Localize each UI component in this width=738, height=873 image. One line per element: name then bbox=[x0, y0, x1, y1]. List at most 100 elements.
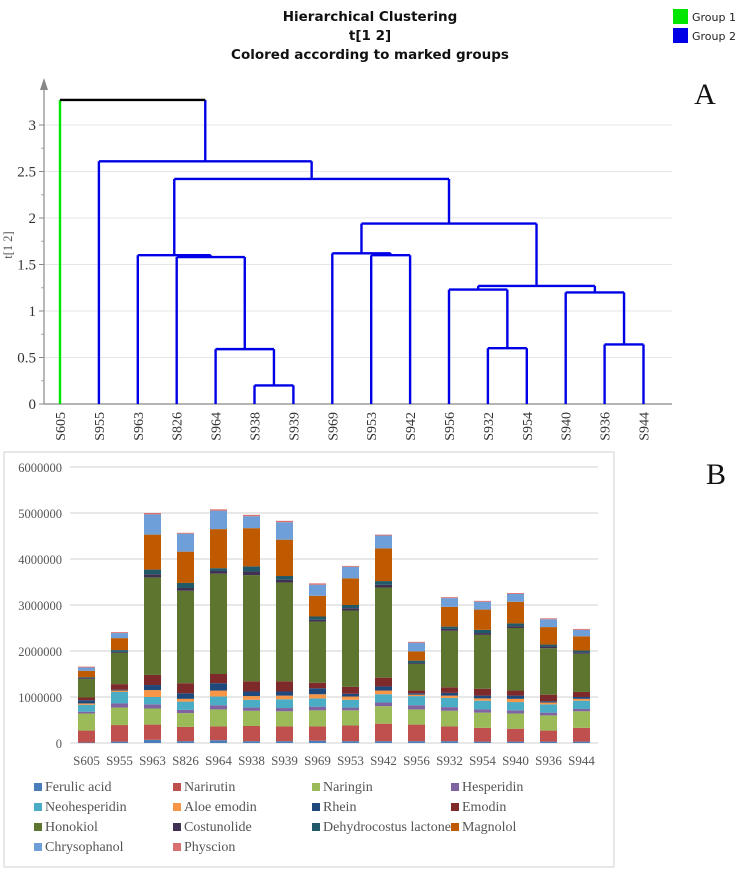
bar-segment-costunolide bbox=[144, 574, 161, 578]
bar-segment-rhein bbox=[375, 686, 392, 691]
bar-segment-magnolol bbox=[507, 601, 524, 624]
bar-legend-label: Narirutin bbox=[184, 780, 235, 795]
bar-segment-neohesperidin bbox=[375, 694, 392, 703]
bar-segment-physcion bbox=[474, 600, 491, 602]
bar-segment-ferulic-acid bbox=[408, 741, 425, 743]
bar-segment-emodin bbox=[441, 687, 458, 693]
bar-segment-narirutin bbox=[243, 725, 260, 742]
bar-segment-physcion bbox=[111, 632, 128, 634]
bar-segment-costunolide bbox=[243, 571, 260, 576]
bar-segment-dehydrocostus-lactone bbox=[309, 616, 326, 620]
bar-segment-aloe-emodin bbox=[507, 698, 524, 703]
bar-segment-naringin bbox=[507, 713, 524, 729]
bar-segment-emodin bbox=[474, 688, 491, 696]
bar-legend-label: Costunolide bbox=[184, 820, 252, 835]
bar-segment-dehydrocostus-lactone bbox=[243, 566, 260, 572]
bar-segment-aloe-emodin bbox=[243, 696, 260, 700]
bar-segment-physcion bbox=[144, 513, 161, 515]
bar-legend-label: Physcion bbox=[184, 840, 235, 855]
bar-legend-label: Emodin bbox=[462, 800, 506, 815]
bar-segment-narirutin bbox=[342, 725, 359, 742]
bar-segment-physcion bbox=[573, 628, 590, 630]
bar-y-tick-label: 1000000 bbox=[18, 691, 62, 705]
bar-x-tick-label: S954 bbox=[469, 753, 496, 768]
bar-segment-hesperidin bbox=[78, 711, 95, 714]
bar-segment-honokiol bbox=[144, 577, 161, 675]
bar-segment-chrysophanol bbox=[111, 633, 128, 639]
bar-segment-honokiol bbox=[441, 630, 458, 688]
bar-segment-magnolol bbox=[474, 609, 491, 630]
bar-segment-narirutin bbox=[507, 728, 524, 742]
bar-segment-neohesperidin bbox=[540, 704, 557, 713]
bar-segment-physcion bbox=[243, 514, 260, 517]
panel-label-b: B bbox=[706, 458, 726, 491]
bar-segment-dehydrocostus-lactone bbox=[78, 677, 95, 679]
bar-segment-neohesperidin bbox=[507, 702, 524, 711]
bar-segment-naringin bbox=[474, 712, 491, 728]
bar-segment-ferulic-acid bbox=[309, 740, 326, 743]
bar-segment-costunolide bbox=[342, 608, 359, 611]
bar-segment-rhein bbox=[573, 697, 590, 699]
bar-segment-costunolide bbox=[507, 626, 524, 628]
bar-x-tick-label: S956 bbox=[403, 753, 430, 768]
bar-segment-chrysophanol bbox=[474, 601, 491, 610]
bar-x-tick-label: S963 bbox=[139, 753, 166, 768]
bar-segment-emodin bbox=[573, 691, 590, 697]
bar-x-tick-label: S944 bbox=[568, 753, 595, 768]
bar-segment-chrysophanol bbox=[210, 510, 227, 530]
bar-legend-swatch bbox=[34, 843, 42, 851]
bar-legend-label: Dehydrocostus lactone bbox=[323, 820, 451, 835]
bar-segment-naringin bbox=[441, 710, 458, 727]
bar-segment-emodin bbox=[408, 690, 425, 694]
bar-segment-magnolol bbox=[309, 595, 326, 617]
bar-segment-narirutin bbox=[144, 724, 161, 740]
bar-segment-emodin bbox=[276, 681, 293, 692]
bar-legend-label: Rhein bbox=[323, 800, 356, 815]
bar-segment-ferulic-acid bbox=[78, 742, 95, 744]
bar-segment-magnolol bbox=[375, 548, 392, 582]
bar-segment-dehydrocostus-lactone bbox=[210, 568, 227, 571]
bar-segment-rhein bbox=[276, 691, 293, 696]
bar-segment-narirutin bbox=[375, 723, 392, 742]
bar-segment-hesperidin bbox=[111, 703, 128, 708]
bar-legend-swatch bbox=[173, 783, 181, 791]
bar-segment-honokiol bbox=[309, 621, 326, 683]
bar-x-tick-label: S932 bbox=[436, 753, 463, 768]
bar-segment-costunolide bbox=[441, 628, 458, 631]
bar-segment-emodin bbox=[111, 684, 128, 690]
bar-segment-dehydrocostus-lactone bbox=[540, 644, 557, 647]
bar-segment-honokiol bbox=[78, 679, 95, 698]
bar-segment-neohesperidin bbox=[78, 704, 95, 712]
bar-segment-dehydrocostus-lactone bbox=[276, 576, 293, 580]
bar-segment-chrysophanol bbox=[540, 619, 557, 628]
bar-segment-narirutin bbox=[441, 726, 458, 742]
bar-segment-ferulic-acid bbox=[210, 740, 227, 743]
bar-segment-costunolide bbox=[408, 662, 425, 664]
bar-segment-narirutin bbox=[474, 727, 491, 742]
bar-segment-hesperidin bbox=[144, 704, 161, 709]
bar-legend-swatch bbox=[34, 823, 42, 831]
bar-segment-rhein bbox=[309, 688, 326, 695]
bar-segment-rhein bbox=[144, 685, 161, 691]
bar-y-tick-label: 4000000 bbox=[18, 553, 62, 567]
bar-segment-chrysophanol bbox=[276, 522, 293, 540]
bar-segment-magnolol bbox=[111, 638, 128, 651]
bar-segment-physcion bbox=[342, 565, 359, 567]
bar-segment-hesperidin bbox=[408, 705, 425, 710]
bar-segment-chrysophanol bbox=[144, 514, 161, 535]
bar-segment-costunolide bbox=[474, 633, 491, 635]
bar-segment-magnolol bbox=[276, 539, 293, 577]
bar-segment-costunolide bbox=[111, 651, 128, 653]
bar-segment-physcion bbox=[78, 666, 95, 668]
bar-segment-chrysophanol bbox=[573, 629, 590, 637]
bar-legend-label: Neohesperidin bbox=[45, 800, 127, 815]
bar-segment-magnolol bbox=[243, 528, 260, 567]
bar-legend-swatch bbox=[312, 783, 320, 791]
bar-segment-magnolol bbox=[573, 636, 590, 651]
bar-segment-chrysophanol bbox=[507, 593, 524, 602]
bar-segment-hesperidin bbox=[540, 712, 557, 716]
bar-segment-neohesperidin bbox=[342, 699, 359, 708]
bar-segment-physcion bbox=[507, 593, 524, 594]
bar-segment-naringin bbox=[540, 715, 557, 731]
bar-legend-swatch bbox=[173, 843, 181, 851]
